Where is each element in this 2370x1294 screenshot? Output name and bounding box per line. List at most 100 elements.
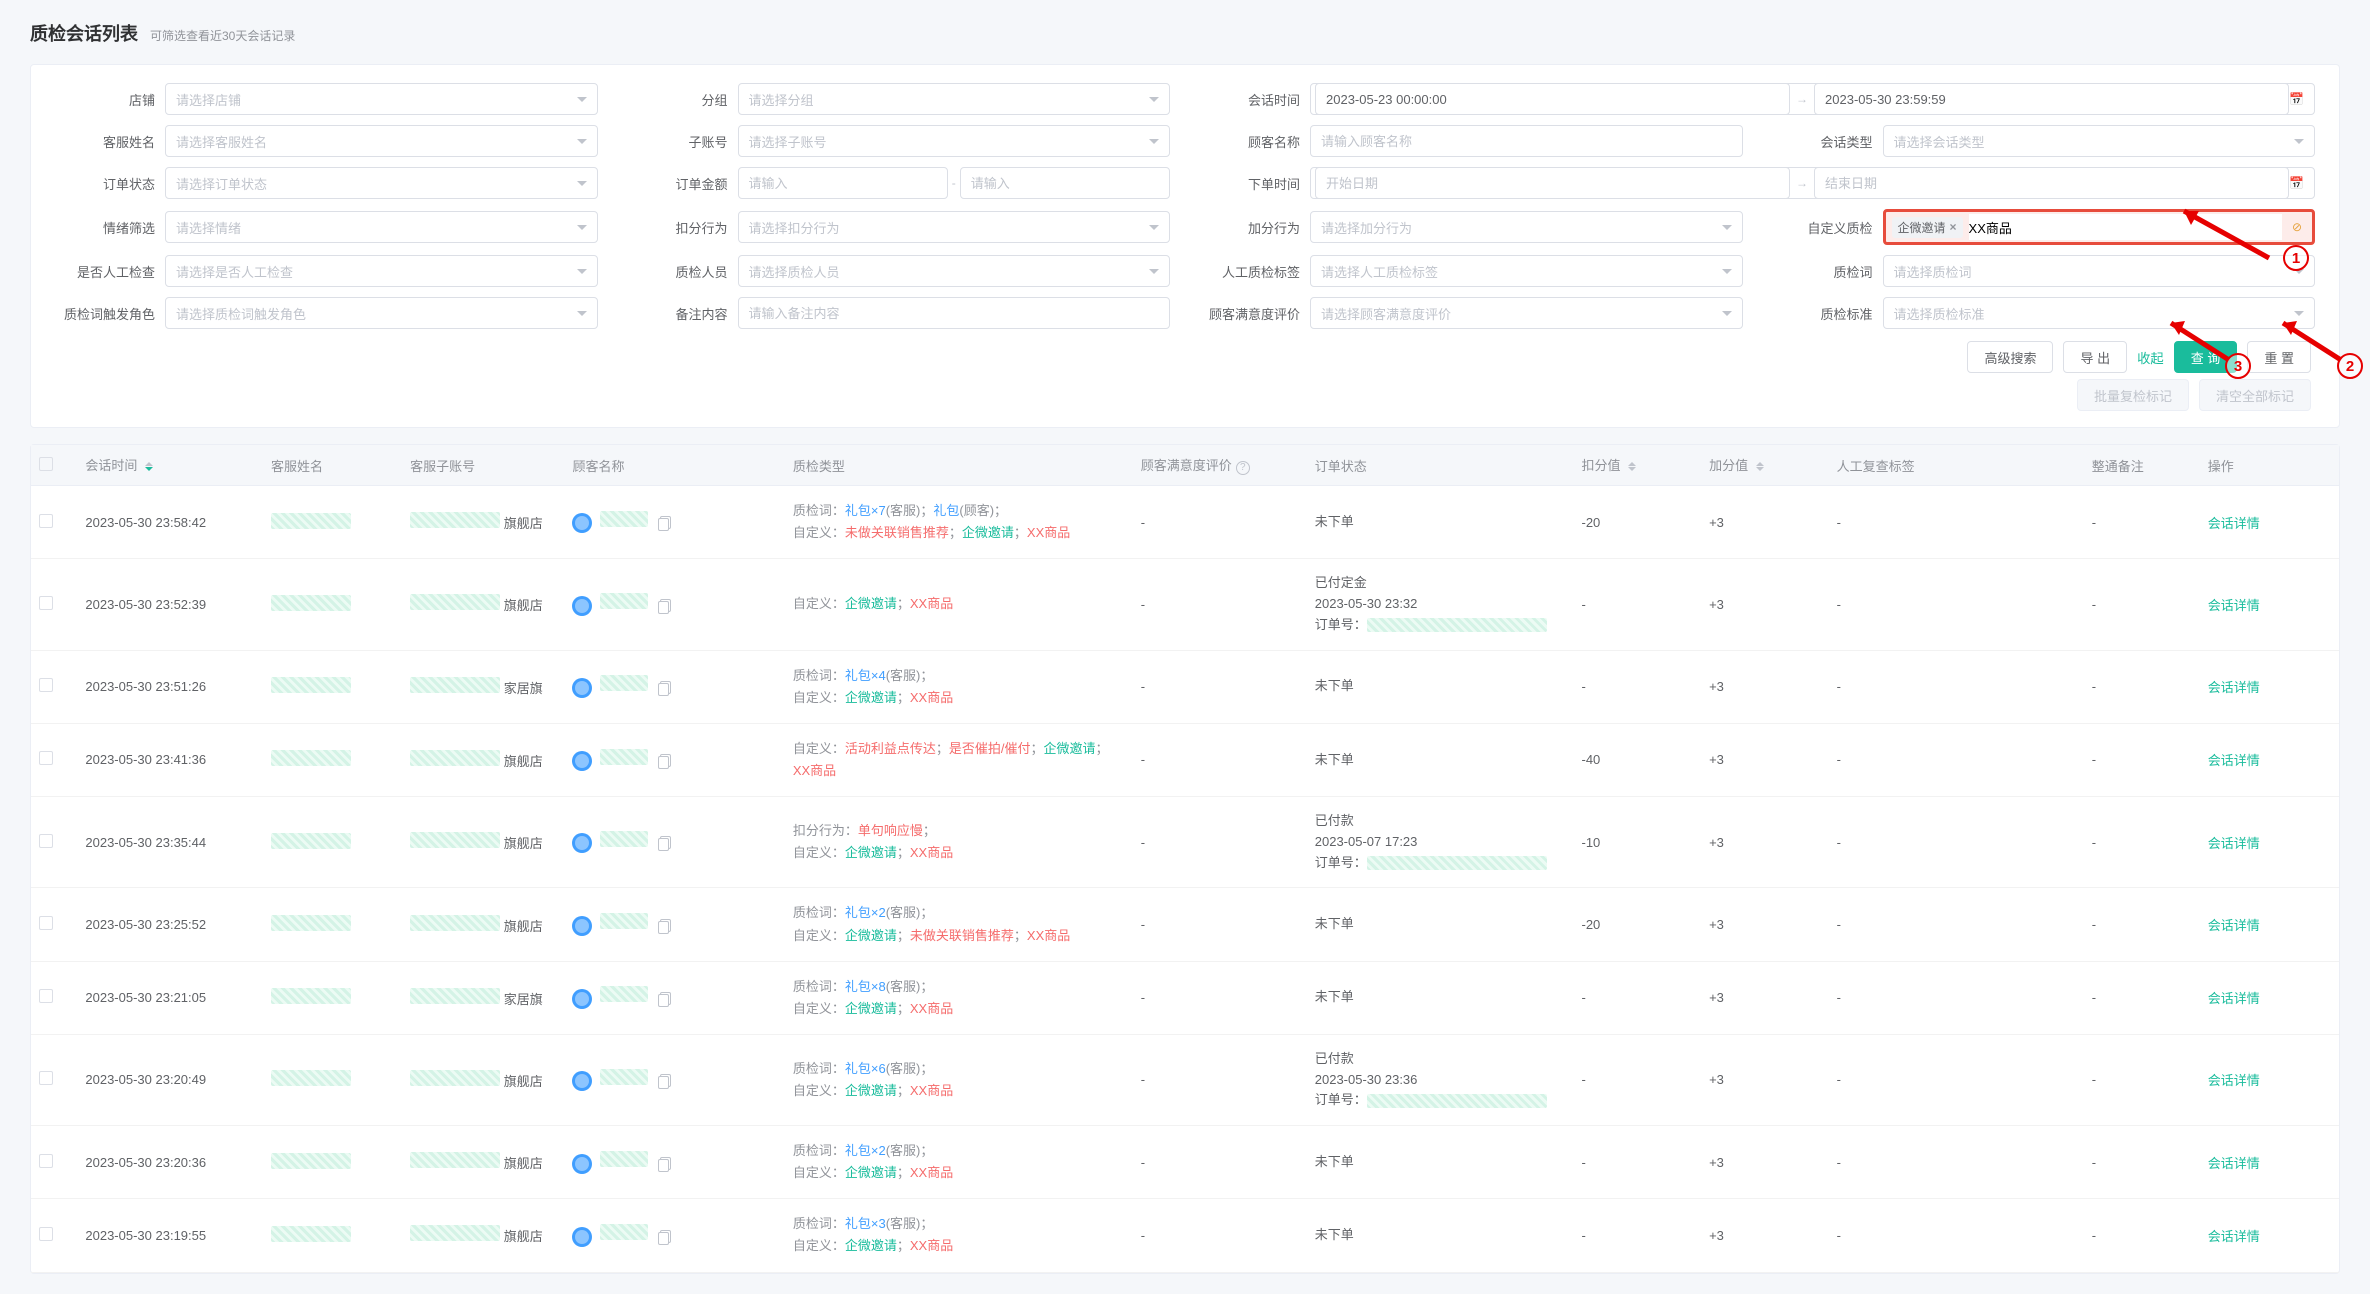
copy-icon[interactable] [658, 1157, 672, 1171]
cell-review-tag: - [1829, 486, 2084, 559]
copy-icon[interactable] [658, 919, 672, 933]
customer-avatar [572, 989, 592, 1009]
cell-customer [564, 1199, 784, 1272]
label-shop: 店铺 [55, 90, 165, 109]
session-detail-link[interactable]: 会话详情 [2208, 836, 2260, 851]
cell-review-tag: - [1829, 888, 2084, 961]
tag-remove-icon[interactable]: × [1950, 220, 1957, 234]
row-checkbox[interactable] [39, 678, 53, 692]
copy-icon[interactable] [658, 754, 672, 768]
session-detail-link[interactable]: 会话详情 [2208, 753, 2260, 768]
select-qc-standard[interactable]: 请选择质检标准 [1883, 297, 2316, 329]
input-amount-min[interactable] [738, 167, 948, 199]
select-manual-check[interactable]: 请选择是否人工检查 [165, 255, 598, 287]
session-detail-link[interactable]: 会话详情 [2208, 516, 2260, 531]
cell-time: 2023-05-30 23:35:44 [77, 797, 263, 888]
cell-satisfaction: - [1133, 797, 1307, 888]
batch-review-button[interactable]: 批量复检标记 [2077, 379, 2189, 411]
order-time-start[interactable] [1315, 167, 1790, 199]
cell-agent-name [263, 650, 402, 723]
cell-qc-type: 质检词：礼包×2(客服)；自定义：企微邀请；未做关联销售推荐；XX商品 [785, 888, 1133, 961]
order-time-end[interactable] [1814, 167, 2289, 199]
advanced-search-button[interactable]: 高级搜索 [1967, 341, 2053, 373]
table-row: 2023-05-30 23:20:49 旗舰店 质检词：礼包×6(客服)；自定义… [31, 1034, 2339, 1125]
row-checkbox[interactable] [39, 1227, 53, 1241]
copy-icon[interactable] [658, 1230, 672, 1244]
session-detail-link[interactable]: 会话详情 [2208, 1156, 2260, 1171]
cell-add: +3 [1701, 888, 1829, 961]
session-detail-link[interactable]: 会话详情 [2208, 680, 2260, 695]
table-row: 2023-05-30 23:52:39 旗舰店 自定义：企微邀请；XX商品 - … [31, 559, 2339, 650]
custom-qc-input[interactable] [1969, 214, 2282, 240]
select-deduct-action[interactable]: 请选择扣分行为 [738, 211, 1171, 243]
export-button[interactable]: 导 出 [2063, 341, 2127, 373]
help-icon[interactable]: ? [1236, 461, 1250, 475]
label-qc-staff: 质检人员 [628, 262, 738, 281]
page-title: 质检会话列表 [30, 20, 138, 46]
copy-icon[interactable] [658, 1074, 672, 1088]
col-add[interactable]: 加分值 [1701, 445, 1829, 486]
custom-qc-tag[interactable]: 企微邀请 × [1892, 217, 1963, 238]
col-remark: 整通备注 [2084, 445, 2200, 486]
select-add-action[interactable]: 请选择加分行为 [1310, 211, 1743, 243]
cell-remark: - [2084, 486, 2200, 559]
copy-icon[interactable] [658, 516, 672, 530]
select-group[interactable]: 请选择分组 [738, 83, 1171, 115]
col-session-time[interactable]: 会话时间 [77, 445, 263, 486]
cell-add: +3 [1701, 1034, 1829, 1125]
select-emotion[interactable]: 请选择情绪 [165, 211, 598, 243]
custom-qc-tagbox[interactable]: 企微邀请 × ⊘ [1883, 209, 2316, 245]
select-sub-account[interactable]: 请选择子账号 [738, 125, 1171, 157]
row-checkbox[interactable] [39, 514, 53, 528]
session-detail-link[interactable]: 会话详情 [2208, 991, 2260, 1006]
cell-add: +3 [1701, 961, 1829, 1034]
query-button[interactable]: 查 询 [2174, 341, 2238, 373]
col-satisfaction: 顾客满意度评价? [1133, 445, 1307, 486]
select-agent-name[interactable]: 请选择客服姓名 [165, 125, 598, 157]
select-manual-qc-tag[interactable]: 请选择人工质检标签 [1310, 255, 1743, 287]
session-detail-link[interactable]: 会话详情 [2208, 598, 2260, 613]
cell-sub-account: 家居旗 [402, 961, 564, 1034]
cell-agent-name [263, 797, 402, 888]
copy-icon[interactable] [658, 599, 672, 613]
session-detail-link[interactable]: 会话详情 [2208, 918, 2260, 933]
select-satisfaction[interactable]: 请选择顾客满意度评价 [1310, 297, 1743, 329]
row-checkbox[interactable] [39, 989, 53, 1003]
row-checkbox[interactable] [39, 834, 53, 848]
row-checkbox[interactable] [39, 751, 53, 765]
cell-add: +3 [1701, 1199, 1829, 1272]
row-checkbox[interactable] [39, 916, 53, 930]
input-remark[interactable] [738, 297, 1171, 329]
session-time-range[interactable]: → 📅 [1310, 83, 2315, 115]
select-order-status[interactable]: 请选择订单状态 [165, 167, 598, 199]
row-checkbox[interactable] [39, 596, 53, 610]
select-shop[interactable]: 请选择店铺 [165, 83, 598, 115]
label-qc-word-role: 质检词触发角色 [55, 304, 165, 323]
row-checkbox[interactable] [39, 1154, 53, 1168]
copy-icon[interactable] [658, 836, 672, 850]
session-time-start[interactable] [1315, 83, 1790, 115]
cell-satisfaction: - [1133, 1034, 1307, 1125]
select-qc-staff[interactable]: 请选择质检人员 [738, 255, 1171, 287]
customer-avatar [572, 916, 592, 936]
row-checkbox[interactable] [39, 1071, 53, 1085]
input-amount-max[interactable] [960, 167, 1170, 199]
session-detail-link[interactable]: 会话详情 [2208, 1073, 2260, 1088]
clear-remarks-button[interactable]: 清空全部标记 [2199, 379, 2311, 411]
input-customer-name[interactable] [1310, 125, 1743, 157]
cell-qc-type: 自定义：活动利益点传达；是否催拍/催付；企微邀请；XX商品 [785, 723, 1133, 796]
select-all-checkbox[interactable] [39, 457, 53, 471]
select-session-type[interactable]: 请选择会话类型 [1883, 125, 2316, 157]
reset-button[interactable]: 重 置 [2247, 341, 2311, 373]
select-qc-word-role[interactable]: 请选择质检词触发角色 [165, 297, 598, 329]
select-qc-word[interactable]: 请选择质检词 [1883, 255, 2316, 287]
copy-icon[interactable] [658, 681, 672, 695]
session-time-end[interactable] [1814, 83, 2289, 115]
sort-icon[interactable] [145, 458, 153, 475]
label-remark: 备注内容 [628, 304, 738, 323]
session-detail-link[interactable]: 会话详情 [2208, 1229, 2260, 1244]
collapse-button[interactable]: 收起 [2137, 341, 2164, 373]
order-time-range[interactable]: → 📅 [1310, 167, 2315, 199]
copy-icon[interactable] [658, 992, 672, 1006]
col-deduct[interactable]: 扣分值 [1574, 445, 1702, 486]
